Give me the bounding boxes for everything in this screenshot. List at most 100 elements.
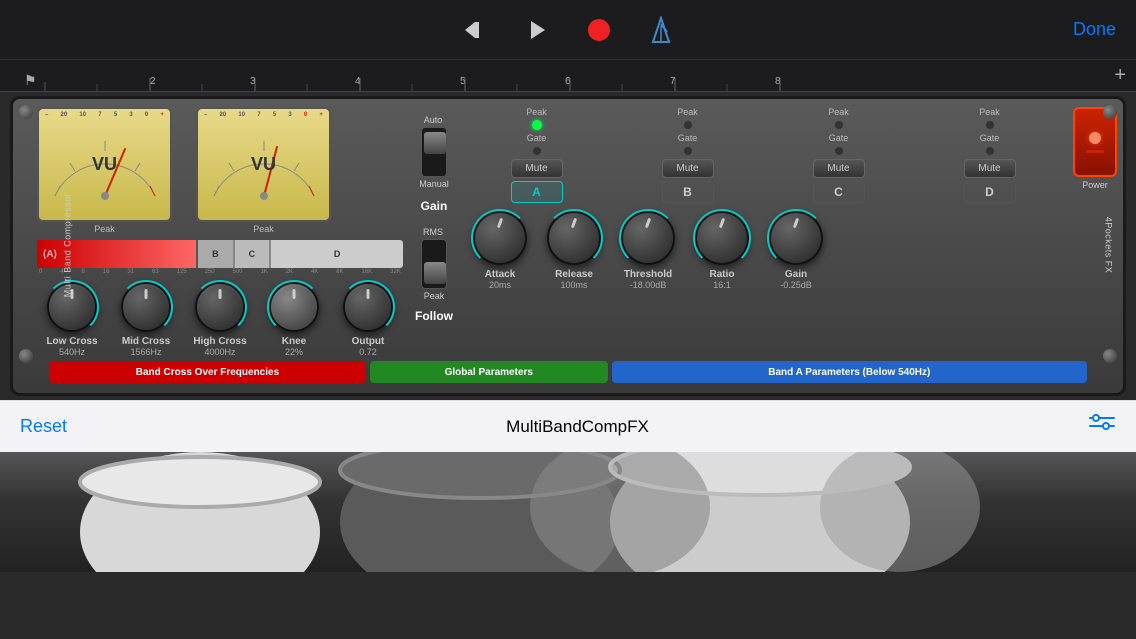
- release-knob-unit: Release 100ms: [539, 211, 609, 290]
- rms-label: RMS: [423, 227, 443, 237]
- gain-knob[interactable]: [769, 211, 823, 265]
- mid-cross-label: Mid Cross: [122, 336, 170, 347]
- band-b-column: Peak Gate Mute B: [616, 107, 759, 203]
- done-button[interactable]: Done: [1073, 19, 1116, 40]
- high-cross-knob-unit: High Cross 4000Hz: [185, 282, 255, 357]
- reset-button[interactable]: Reset: [20, 416, 67, 437]
- global-params-bar: Global Parameters: [370, 361, 608, 383]
- crossover-knobs-row: Low Cross 540Hz Mid Cross 1566Hz: [37, 282, 403, 357]
- settings-button[interactable]: [1088, 413, 1116, 441]
- vu-meter-left: – 20 10 7 5 3 0 +: [37, 107, 172, 234]
- rms-toggle-handle: [424, 262, 446, 284]
- side-label-left: Multi Band Compressor: [62, 193, 72, 298]
- power-led: [1089, 132, 1101, 144]
- auto-manual-toggle-group: Auto Manual: [419, 115, 449, 189]
- ratio-label: Ratio: [710, 269, 735, 280]
- comp-knobs-row: Attack 20ms Release 100ms: [465, 211, 1117, 290]
- band-b-gate-label: Gate: [678, 133, 698, 143]
- band-c-select-button[interactable]: C: [813, 181, 865, 203]
- rewind-button[interactable]: [453, 8, 497, 52]
- metronome-button[interactable]: [639, 8, 683, 52]
- band-a-gate-label: Gate: [527, 133, 547, 143]
- power-label: Power: [1082, 180, 1108, 190]
- threshold-knob[interactable]: [621, 211, 675, 265]
- high-cross-knob[interactable]: [195, 282, 245, 332]
- follow-label: Follow: [415, 309, 453, 323]
- drum-background: [0, 452, 1136, 572]
- knee-value: 22%: [285, 347, 303, 357]
- high-cross-label: High Cross: [193, 336, 246, 347]
- band-b-select-button[interactable]: B: [662, 181, 714, 203]
- band-b-mute-button[interactable]: Mute: [662, 159, 714, 178]
- band-d-gate-label: Gate: [980, 133, 1000, 143]
- gain-follow-section: Auto Manual Gain RMS Peak Fol: [415, 107, 453, 357]
- vu-meter-right: – 20 10 7 5 3 0 +: [196, 107, 331, 234]
- high-cross-value: 4000Hz: [204, 347, 235, 357]
- knee-knob[interactable]: [269, 282, 319, 332]
- ratio-knob[interactable]: [695, 211, 749, 265]
- band-d-mute-button[interactable]: Mute: [964, 159, 1016, 178]
- rms-peak-toggle-group: RMS Peak: [421, 227, 447, 301]
- ruler-ticks: [10, 60, 1126, 91]
- band-cross-bar: Band Cross Over Frequencies: [49, 361, 366, 383]
- manual-label: Manual: [419, 179, 449, 189]
- screw-top-right: [1103, 105, 1117, 119]
- band-d-peak-label: Peak: [979, 107, 1000, 117]
- toggle-handle: [424, 132, 446, 154]
- record-button[interactable]: [577, 8, 621, 52]
- timeline-ruler: ⚑ 2 3 4 5 6 7 8 +: [0, 60, 1136, 92]
- band-a-mute-button[interactable]: Mute: [511, 159, 563, 178]
- freq-band-c: C: [235, 240, 272, 268]
- power-section: Power: [1073, 107, 1117, 190]
- ratio-knob-unit: Ratio 16:1: [687, 211, 757, 290]
- threshold-knob-unit: Threshold -18.00dB: [613, 211, 683, 290]
- output-knob[interactable]: [343, 282, 393, 332]
- band-c-peak-label: Peak: [828, 107, 849, 117]
- band-controls-row: Peak Gate Mute A Peak Gate Mute B: [465, 107, 1117, 203]
- knee-knob-unit: Knee 22%: [259, 282, 329, 357]
- auto-manual-toggle[interactable]: [421, 127, 447, 177]
- freq-band-a: (A): [37, 240, 198, 268]
- band-a-gate-led: [532, 146, 542, 156]
- bottom-toolbar: Reset MultiBandCompFX: [0, 400, 1136, 452]
- peak-follow-label: Peak: [424, 291, 445, 301]
- screw-bottom-right: [1103, 349, 1117, 363]
- transport-controls: [453, 8, 683, 52]
- add-timeline-button[interactable]: +: [1114, 64, 1126, 87]
- output-knob-unit: Output 0.72: [333, 282, 403, 357]
- knee-label: Knee: [282, 336, 306, 347]
- plugin-container: Multi Band Compressor 4Pockets FX – 20 1…: [10, 96, 1126, 396]
- ratio-value: 16:1: [713, 280, 731, 290]
- vu-scale-minus: –: [45, 112, 48, 118]
- band-d-column: Peak Gate Mute D: [918, 107, 1061, 203]
- band-d-select-button[interactable]: D: [964, 181, 1016, 203]
- band-c-gate-label: Gate: [829, 133, 849, 143]
- band-d-peak-led: [985, 120, 995, 130]
- attack-value: 20ms: [489, 280, 511, 290]
- mid-cross-knob[interactable]: [121, 282, 171, 332]
- band-a-peak-led: [532, 120, 542, 130]
- auto-label: Auto: [424, 115, 443, 125]
- attack-knob[interactable]: [473, 211, 527, 265]
- power-bar: [1086, 150, 1104, 153]
- band-a-params-bar: Band A Parameters (Below 540Hz): [612, 361, 1087, 383]
- vu-peak-label-left: Peak: [94, 224, 115, 234]
- parameter-bars: Band Cross Over Frequencies Global Param…: [49, 361, 1087, 383]
- freq-band-d: D: [271, 240, 403, 268]
- band-b-peak-label: Peak: [677, 107, 698, 117]
- band-c-peak-led: [834, 120, 844, 130]
- release-knob[interactable]: [547, 211, 601, 265]
- gain-knob-value: -0.25dB: [780, 280, 812, 290]
- play-button[interactable]: [515, 8, 559, 52]
- frequency-display: (A) B C D 0 4 8 16: [37, 240, 403, 276]
- rms-peak-toggle[interactable]: [421, 239, 447, 289]
- vu-peak-label-right: Peak: [253, 224, 274, 234]
- freq-band-b: B: [198, 240, 235, 268]
- gain-knob-label: Gain: [785, 269, 807, 280]
- attack-knob-unit: Attack 20ms: [465, 211, 535, 290]
- band-b-peak-led: [683, 120, 693, 130]
- low-cross-value: 540Hz: [59, 347, 85, 357]
- band-a-select-button[interactable]: A: [511, 181, 563, 203]
- band-d-gate-led: [985, 146, 995, 156]
- band-c-mute-button[interactable]: Mute: [813, 159, 865, 178]
